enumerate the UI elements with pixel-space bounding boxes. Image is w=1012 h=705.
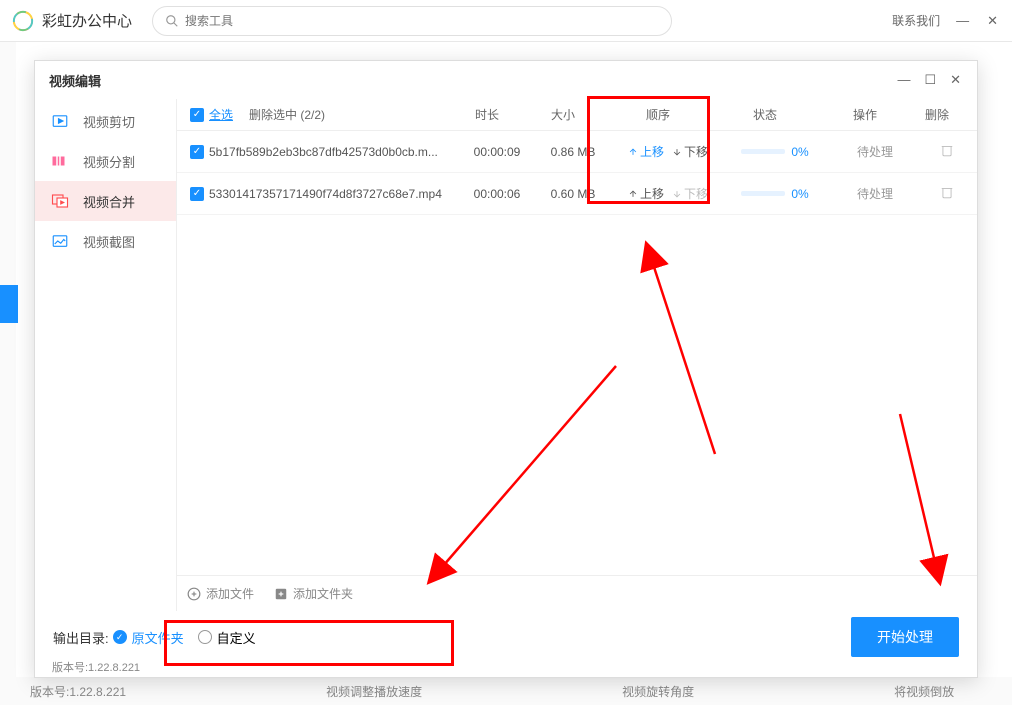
app-logo-icon xyxy=(12,10,34,32)
progress-bar xyxy=(741,191,785,196)
col-action: 操作 xyxy=(815,106,915,123)
contact-link[interactable]: 联系我们 xyxy=(892,12,940,29)
minimize-button[interactable]: — xyxy=(954,11,971,30)
col-order: 顺序 xyxy=(601,106,715,123)
search-input[interactable] xyxy=(185,14,659,28)
action-text: 待处理 xyxy=(825,143,925,160)
split-icon xyxy=(51,152,69,170)
progress-bar xyxy=(741,149,785,154)
search-box[interactable] xyxy=(152,6,672,36)
sidebar: 视频剪切 视频分割 视频合并 视频截图 xyxy=(35,99,176,611)
duration: 00:00:09 xyxy=(459,145,535,159)
progress-pct: 0% xyxy=(791,145,808,159)
sidebar-item-split[interactable]: 视频分割 xyxy=(35,141,176,181)
delete-row-button[interactable] xyxy=(925,185,969,202)
radio-custom-folder[interactable]: 自定义 xyxy=(198,628,256,647)
sidebar-item-label: 视频截图 xyxy=(83,232,135,251)
table-row: 5b17fb589b2eb3bc87dfb42573d0b0cb.m... 00… xyxy=(177,131,977,173)
merge-icon xyxy=(51,192,69,210)
table-row: 53301417357171490f74d8f3727c68e7.mp4 00:… xyxy=(177,173,977,215)
col-status: 状态 xyxy=(715,106,815,123)
col-duration: 时长 xyxy=(449,106,525,123)
row-checkbox[interactable] xyxy=(190,187,204,201)
col-delete: 删除 xyxy=(915,106,959,123)
move-down-button[interactable]: 下移 xyxy=(672,185,708,202)
filename: 53301417357171490f74d8f3727c68e7.mp4 xyxy=(209,187,459,201)
add-file-button[interactable]: 添加文件 xyxy=(187,585,254,602)
col-size: 大小 xyxy=(525,106,601,123)
main-header: 彩虹办公中心 联系我们 — ✕ xyxy=(0,0,1012,42)
sidebar-item-screenshot[interactable]: 视频截图 xyxy=(35,221,176,261)
search-icon xyxy=(165,14,179,28)
action-text: 待处理 xyxy=(825,185,925,202)
select-all-checkbox[interactable] xyxy=(190,108,204,122)
row-checkbox[interactable] xyxy=(190,145,204,159)
video-edit-modal: 视频编辑 — ☐ ✕ 视频剪切 视频分割 视频合并 视频截图 xyxy=(34,60,978,678)
filename: 5b17fb589b2eb3bc87dfb42573d0b0cb.m... xyxy=(209,145,459,159)
modal-close-button[interactable]: ✕ xyxy=(948,70,963,90)
sidebar-item-cut[interactable]: 视频剪切 xyxy=(35,101,176,141)
app-title: 彩虹办公中心 xyxy=(42,10,132,31)
modal-minimize-button[interactable]: — xyxy=(895,70,912,90)
sidebar-item-label: 视频剪切 xyxy=(83,112,135,131)
size: 0.60 MB xyxy=(535,187,611,201)
close-button[interactable]: ✕ xyxy=(985,11,1000,31)
cut-icon xyxy=(51,112,69,130)
bg-footer: 版本号:1.22.8.221 视频调整播放速度 视频旋转角度 将视频倒放 xyxy=(0,677,1012,705)
sidebar-item-label: 视频合并 xyxy=(83,192,135,211)
radio-original-folder[interactable]: 原文件夹 xyxy=(113,628,184,647)
move-down-button[interactable]: 下移 xyxy=(672,143,708,160)
duration: 00:00:06 xyxy=(459,187,535,201)
table-header: 全选 删除选中 (2/2) 时长 大小 顺序 状态 操作 删除 xyxy=(177,99,977,131)
modal-title: 视频编辑 xyxy=(49,71,101,90)
modal-maximize-button[interactable]: ☐ xyxy=(922,70,938,90)
move-up-button[interactable]: 上移 xyxy=(628,185,664,202)
screenshot-icon xyxy=(51,232,69,250)
output-label: 输出目录: xyxy=(53,628,109,647)
version-label: 版本号:1.22.8.221 xyxy=(34,659,140,675)
start-button[interactable]: 开始处理 xyxy=(851,617,959,657)
sidebar-item-label: 视频分割 xyxy=(83,152,135,171)
sidebar-item-merge[interactable]: 视频合并 xyxy=(35,181,176,221)
remove-selected-link[interactable]: 删除选中 (2/2) xyxy=(249,106,359,123)
progress-pct: 0% xyxy=(791,187,808,201)
delete-row-button[interactable] xyxy=(925,143,969,160)
add-folder-button[interactable]: 添加文件夹 xyxy=(274,585,353,602)
size: 0.86 MB xyxy=(535,145,611,159)
select-all-link[interactable]: 全选 xyxy=(209,106,249,123)
move-up-button[interactable]: 上移 xyxy=(628,143,664,160)
